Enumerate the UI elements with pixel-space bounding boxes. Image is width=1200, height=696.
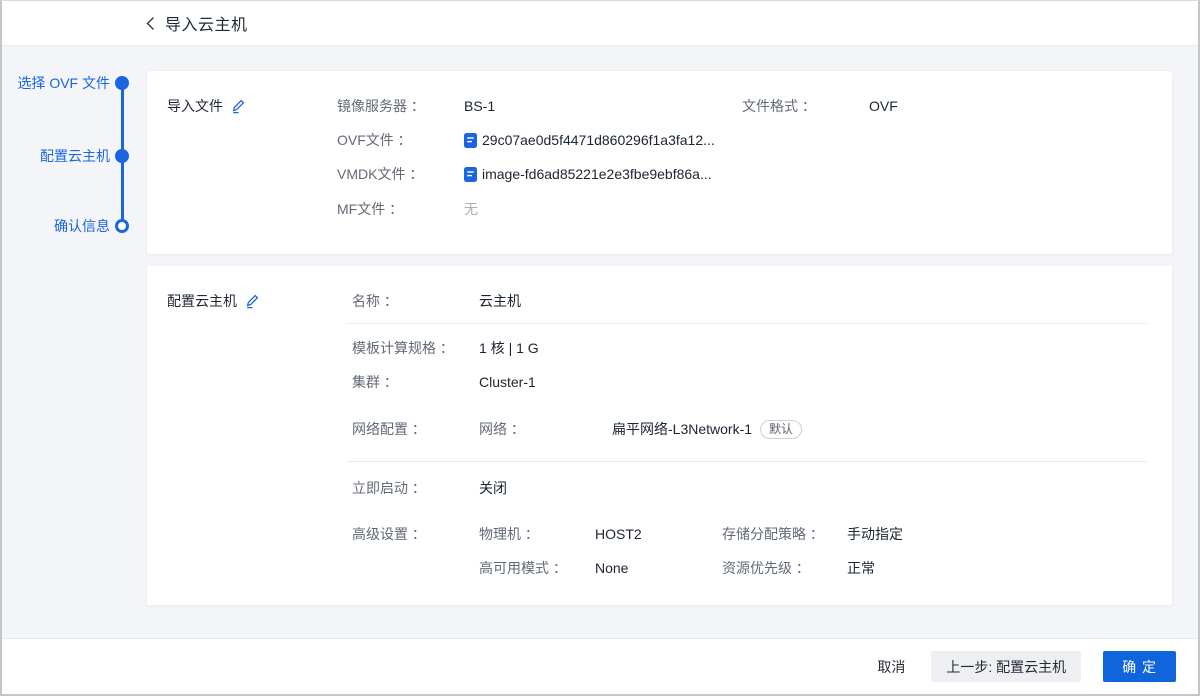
vmdk-file-label: VMDK文件 ： (337, 164, 423, 184)
configure-vm-card-header: 配置云主机 (167, 291, 259, 311)
vmdk-file-name: image-fd6ad85221e2e3fbe9ebf86a... (482, 164, 712, 184)
edit-configure-vm-icon[interactable] (245, 294, 259, 309)
network-value: 扁平网络-L3Network-1 默认 (612, 419, 802, 439)
edit-import-file-icon[interactable] (231, 99, 245, 114)
boot-now-value: 关闭 (479, 478, 507, 498)
storage-policy-value: 手动指定 (847, 524, 903, 544)
storage-policy-label: 存储分配策略 ： (722, 524, 824, 544)
step-label[interactable]: 确认信息 (54, 216, 110, 236)
ovf-file-name: 29c07ae0d5f4471d860296f1a3fa12... (482, 130, 715, 150)
network-group-label: 网络配置 ： (352, 419, 426, 439)
step-dot-filled-icon (115, 149, 129, 163)
configure-vm-card: 配置云主机 名称 ： 云主机 模板计算规格 ： 1 核 | 1 G 集群 ： C… (147, 266, 1172, 605)
vm-name-value: 云主机 (479, 291, 521, 311)
priority-value: 正常 (847, 558, 875, 578)
page-title: 导入云主机 (165, 11, 248, 35)
step-select-ovf[interactable]: 选择 OVF 文件 (2, 73, 147, 93)
step-dot-filled-icon (115, 76, 129, 90)
network-name: 扁平网络-L3Network-1 (612, 421, 752, 437)
ovf-file-value: 29c07ae0d5f4471d860296f1a3fa12... (464, 130, 715, 150)
cluster-label: 集群 ： (352, 372, 398, 392)
default-badge: 默认 (760, 420, 802, 439)
spec-label: 模板计算规格 ： (352, 338, 454, 358)
section-divider (347, 461, 1147, 462)
mf-file-label: MF文件 ： (337, 199, 403, 219)
host-label: 物理机 ： (479, 524, 539, 544)
top-bar: 导入云主机 (2, 1, 1198, 46)
vmdk-file-value: image-fd6ad85221e2e3fbe9ebf86a... (464, 164, 712, 184)
confirm-button[interactable]: 确 定 (1103, 651, 1176, 682)
spec-value: 1 核 | 1 G (479, 338, 539, 358)
cluster-value: Cluster-1 (479, 372, 536, 392)
network-label: 网络 ： (479, 419, 525, 439)
import-file-card: 导入文件 镜像服务器 ： BS-1 文件格式 ： OVF OVF文件 ： 29c… (147, 71, 1172, 254)
chevron-left-icon (146, 16, 155, 31)
step-dot-hollow-icon (115, 219, 129, 233)
image-server-value: BS-1 (464, 96, 495, 116)
import-file-card-header: 导入文件 (167, 96, 245, 116)
priority-label: 资源优先级 ： (722, 558, 810, 578)
wizard-footer: 取消 上一步: 配置云主机 确 定 (2, 638, 1198, 694)
step-configure-vm[interactable]: 配置云主机 (2, 146, 147, 166)
step-label[interactable]: 选择 OVF 文件 (17, 73, 110, 93)
file-format-value: OVF (869, 96, 898, 116)
wizard-stepper: 选择 OVF 文件 配置云主机 确认信息 (2, 46, 147, 638)
cancel-button[interactable]: 取消 (873, 652, 909, 682)
previous-step-button[interactable]: 上一步: 配置云主机 (931, 651, 1081, 682)
step-label[interactable]: 配置云主机 (40, 146, 110, 166)
import-vm-wizard-window: 导入云主机 选择 OVF 文件 配置云主机 确认信息 导入文件 镜像服务器 ： … (0, 0, 1200, 696)
file-format-label: 文件格式 ： (742, 96, 816, 116)
advanced-settings-label: 高级设置 ： (352, 524, 426, 544)
ovf-file-label: OVF文件 ： (337, 130, 412, 150)
file-icon (464, 167, 477, 182)
card-title: 导入文件 (167, 96, 223, 116)
image-server-label: 镜像服务器 ： (337, 96, 425, 116)
boot-now-label: 立即启动 ： (352, 478, 426, 498)
ha-mode-value: None (595, 558, 628, 578)
mf-file-value: 无 (464, 199, 478, 219)
step-confirm-info[interactable]: 确认信息 (2, 216, 147, 236)
ha-mode-label: 高可用模式 ： (479, 558, 567, 578)
back-button[interactable]: 导入云主机 (146, 11, 248, 35)
vm-name-label: 名称 ： (352, 291, 398, 311)
host-value: HOST2 (595, 524, 642, 544)
file-icon (464, 133, 477, 148)
section-divider (347, 323, 1147, 324)
card-title: 配置云主机 (167, 291, 237, 311)
